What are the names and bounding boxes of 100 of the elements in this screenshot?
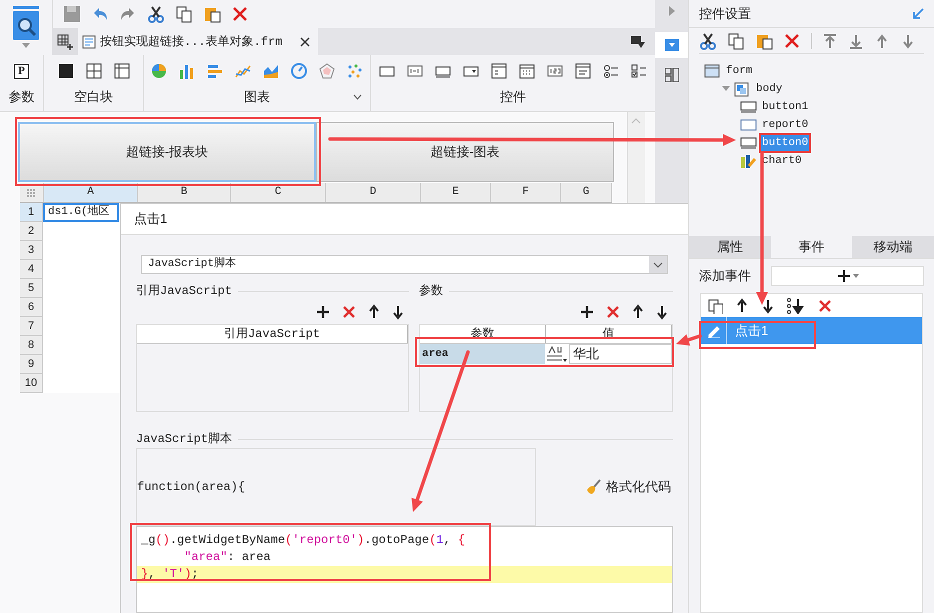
caret-icon <box>852 274 858 278</box>
ribbon-group-label: 图表 <box>244 88 270 106</box>
column-header[interactable]: D <box>326 183 421 202</box>
table-block-icon[interactable] <box>114 63 130 79</box>
gauge-chart-icon[interactable] <box>291 63 307 79</box>
value-input-field[interactable]: 华北 <box>569 344 672 364</box>
form-icon <box>704 64 721 78</box>
move-up-icon[interactable] <box>735 298 749 314</box>
paste-icon[interactable] <box>203 5 221 23</box>
dropdown-caret-icon[interactable] <box>22 43 30 48</box>
tree-item[interactable]: body <box>755 81 784 97</box>
canvas-button[interactable]: 超链接-报表块 <box>18 122 316 182</box>
code-line: _g().getWidgetByName('report0').gotoPage(1, { <box>140 532 466 549</box>
dropdown-widget-icon[interactable] <box>664 39 678 51</box>
pie-chart-icon[interactable] <box>151 63 167 79</box>
tree-item[interactable]: chart0 <box>761 153 803 169</box>
row-header[interactable]: 4 <box>20 260 43 279</box>
column-header[interactable]: C <box>231 183 326 202</box>
move-to-bottom-icon[interactable] <box>848 32 864 48</box>
tree-item[interactable]: button1 <box>761 99 810 115</box>
section-title: 参数 <box>419 283 443 300</box>
dialog-title: 点击1 <box>134 210 168 228</box>
close-icon[interactable] <box>300 36 310 46</box>
area-chart-icon[interactable] <box>263 63 279 79</box>
section-title: 引用JavaScript <box>136 283 232 300</box>
expand-toggle-icon[interactable] <box>722 86 730 92</box>
format-code-button[interactable]: 格式化代码 <box>586 477 671 497</box>
column-header[interactable]: G <box>561 183 612 202</box>
body-icon <box>734 82 751 96</box>
chevron-down-icon <box>653 262 663 268</box>
function-signature: function(area){ <box>137 479 246 496</box>
delete-icon[interactable] <box>341 304 357 320</box>
scatter-chart-icon[interactable] <box>347 63 363 79</box>
line-chart-icon[interactable] <box>235 63 251 79</box>
tree-item[interactable]: form <box>725 63 754 79</box>
delete-icon[interactable] <box>231 5 249 23</box>
file-tab[interactable]: 按钮实现超链接...表单对象.frm <box>78 28 318 55</box>
row-header[interactable]: 5 <box>20 279 43 298</box>
panel-title: 控件设置 <box>699 4 751 23</box>
tree-item[interactable]: report0 <box>761 117 810 133</box>
radio-group-widget-icon[interactable] <box>603 63 619 79</box>
add-icon[interactable] <box>315 304 331 320</box>
copy-icon[interactable] <box>727 32 745 50</box>
row-header[interactable]: 9 <box>20 355 43 374</box>
parameter-icon[interactable]: P <box>14 64 29 78</box>
delete-icon[interactable] <box>783 32 801 50</box>
layout-panel-icon[interactable] <box>664 68 678 82</box>
bar-chart-icon[interactable] <box>179 63 195 79</box>
panel-tab[interactable]: 属性 <box>689 236 771 258</box>
column-header[interactable]: E <box>421 183 491 202</box>
expand-chevron-icon[interactable] <box>353 94 362 100</box>
move-to-top-icon[interactable] <box>822 32 838 48</box>
checkbox-group-widget-icon[interactable] <box>631 63 647 79</box>
number-widget-icon[interactable] <box>547 63 563 79</box>
row-header[interactable]: 2 <box>20 222 43 241</box>
row-header[interactable]: 3 <box>20 241 43 260</box>
chart-block-icon <box>740 154 757 168</box>
horizontal-bar-chart-icon[interactable] <box>207 63 223 79</box>
radar-chart-icon[interactable] <box>319 63 335 79</box>
new-sheet-icon[interactable] <box>52 28 78 55</box>
script-type-select[interactable]: JavaScript脚本 <box>141 255 668 274</box>
split-block-icon[interactable] <box>86 63 102 79</box>
add-icon[interactable] <box>579 304 595 320</box>
canvas-button[interactable]: 超链接-图表 <box>316 122 614 182</box>
move-down-icon[interactable] <box>761 298 775 314</box>
row-header[interactable]: 7 <box>20 317 43 336</box>
calendar-widget-icon[interactable] <box>519 63 535 79</box>
move-up-icon[interactable] <box>631 304 645 320</box>
copy-icon[interactable] <box>175 5 193 23</box>
cut-icon[interactable] <box>147 5 165 23</box>
row-header[interactable]: 1 <box>20 203 43 222</box>
panel-tab[interactable]: 移动端 <box>852 236 934 258</box>
save-icon[interactable] <box>63 5 81 23</box>
copy-icon[interactable] <box>707 298 723 314</box>
move-to-end-icon[interactable] <box>787 298 805 314</box>
app-logo-icon[interactable] <box>13 6 39 40</box>
label-widget-icon[interactable] <box>407 63 423 79</box>
filled-block-icon[interactable] <box>58 63 74 79</box>
button-widget-icon <box>740 100 757 114</box>
delete-icon[interactable] <box>817 298 833 314</box>
row-header[interactable]: 6 <box>20 298 43 317</box>
move-down-icon[interactable] <box>655 304 669 320</box>
field-label: 添加事件 <box>699 267 752 286</box>
value-type-icon[interactable] <box>545 344 569 364</box>
code-line: "area": area <box>183 549 272 566</box>
ribbon-group-label: 控件 <box>500 88 526 106</box>
text-area-widget-icon[interactable] <box>575 63 591 79</box>
row-header[interactable]: 8 <box>20 336 43 355</box>
column-header[interactable]: 引用JavaScript <box>137 325 408 343</box>
move-up-icon[interactable] <box>367 304 381 320</box>
plus-icon <box>836 269 850 283</box>
move-down-icon[interactable] <box>391 304 405 320</box>
column-header[interactable]: F <box>491 183 561 202</box>
row-header[interactable]: 10 <box>20 374 43 393</box>
list-widget-icon[interactable] <box>491 63 507 79</box>
cut-icon[interactable] <box>699 32 717 50</box>
ribbon-group-label: 空白块 <box>74 88 113 106</box>
dock-arrow-icon[interactable] <box>912 8 924 20</box>
table-cell: area <box>420 344 545 364</box>
delete-icon[interactable] <box>605 304 621 320</box>
